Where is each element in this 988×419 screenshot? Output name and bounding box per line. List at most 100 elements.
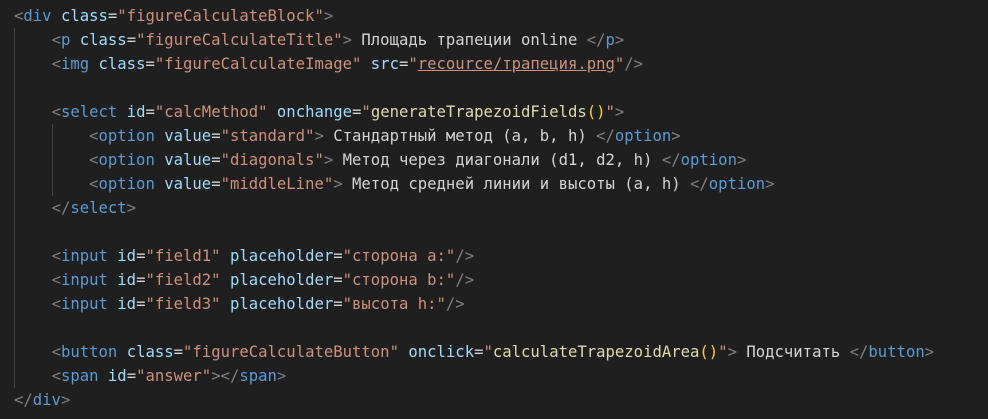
code-token-attr: class [60,7,108,25]
code-line[interactable]: </div> [14,388,70,412]
code-token-eq: = [107,7,118,25]
code-token-eq: = [211,127,221,145]
code-line[interactable]: <option value="diagonals"> Метод через д… [14,148,746,172]
code-token-attr: class [126,343,174,361]
code-token-eq: = [173,343,184,361]
code-token-str: "figureCalculateTitle" [136,31,343,49]
code-token-attr: value [164,175,212,193]
code-token-attr: id [117,271,137,289]
code-line[interactable]: <option value="middleLine"> Метод средне… [14,172,774,196]
code-token-br: > [323,7,334,25]
code-token-br: > [314,127,324,145]
code-token-fn: generateTrapezoidFields [370,103,587,121]
code-token-br: > [614,103,625,121]
code-token-br: /> [455,247,475,265]
code-token-str: " [408,55,418,73]
code-token-attr: placeholder [229,247,334,265]
code-token-tag: div [32,391,61,409]
code-token-str: "standard" [220,127,315,145]
code-token-br: > [333,175,343,193]
code-token-tag: option [98,151,155,169]
code-token-tag: select [70,199,127,217]
code-editor[interactable]: <div class="figureCalculateBlock"> <p cl… [0,0,988,419]
code-token-tag: input [60,295,108,313]
code-token-tag: button [868,343,925,361]
code-token-br: < [51,103,61,121]
code-line[interactable]: <span id="answer"></span> [14,364,287,388]
code-token-attr: src [370,55,399,73]
code-token-br: </ [690,175,709,193]
code-line[interactable]: <img class="figureCalculateImage" src="r… [14,52,644,76]
code-token-attr: class [98,55,146,73]
code-token-str: "diagonals" [220,151,324,169]
code-token-eq: = [211,151,221,169]
code-token-br: </ [661,151,681,169]
code-token-br: < [14,7,24,25]
code-token-br: < [51,247,61,265]
code-token-br: /> [455,271,475,289]
code-token-str: "figureCalculateButton" [183,343,399,361]
code-token-br: </ [14,391,33,409]
code-token-eq: = [333,247,343,265]
code-token-tag: option [614,127,672,145]
code-token-br: < [51,31,61,49]
code-token-tag: input [60,247,108,265]
code-token-tag: span [60,367,99,385]
code-token-attr: id [117,295,137,313]
code-token-str: " [718,343,728,361]
code-token-str: "calcMethod" [154,103,268,121]
code-token-br: > [126,199,137,217]
code-token-eq: = [145,103,155,121]
code-line[interactable]: <button class="figureCalculateButton" on… [14,340,935,364]
code-token-txt: Метод средней линии и высоты (a, h) [342,175,691,193]
code-line[interactable]: <div class="figureCalculateBlock"> [14,4,333,28]
code-token-eq: = [333,271,343,289]
code-line[interactable]: <input id="field3" placeholder="высота h… [14,292,465,316]
code-line[interactable]: <input id="field2" placeholder="сторона … [14,268,475,292]
code-token-str: " [605,103,615,121]
code-token-br: > [60,391,71,409]
code-token-br: /> [445,295,465,313]
code-token-str: "сторона a:" [342,247,456,265]
code-token-br: > [276,367,287,385]
code-token-str: "field1" [145,247,221,265]
code-token-br: > [671,127,681,145]
code-token-str: " [614,55,625,73]
code-token-str: "сторона b:" [342,271,456,289]
code-line[interactable]: <select id="calcMethod" onchange="genera… [14,100,625,124]
code-token-attr: placeholder [229,295,334,313]
code-token-br: < [51,271,61,289]
code-token-br: < [51,295,61,313]
code-line[interactable]: <p class="figureCalculateTitle"> Площадь… [14,28,625,52]
code-token-br: > [736,151,747,169]
code-token-paren: () [586,103,606,121]
code-line[interactable]: <input id="field1" placeholder="сторона … [14,244,475,268]
code-token-tag: input [60,271,108,289]
code-token-tag: p [60,31,71,49]
code-token-br: > [614,31,625,49]
code-token-br: < [51,367,61,385]
code-token-tag: div [23,7,52,25]
indent-guide [51,124,53,196]
code-token-eq: = [352,103,362,121]
code-token-br: ></ [211,367,240,385]
code-token-tag: option [708,175,766,193]
code-token-str: "высота h:" [342,295,446,313]
code-line[interactable]: </select> [14,196,137,220]
code-line[interactable]: <option value="standard"> Стандартный ме… [14,124,681,148]
code-token-str: "figureCalculateImage" [154,55,362,73]
